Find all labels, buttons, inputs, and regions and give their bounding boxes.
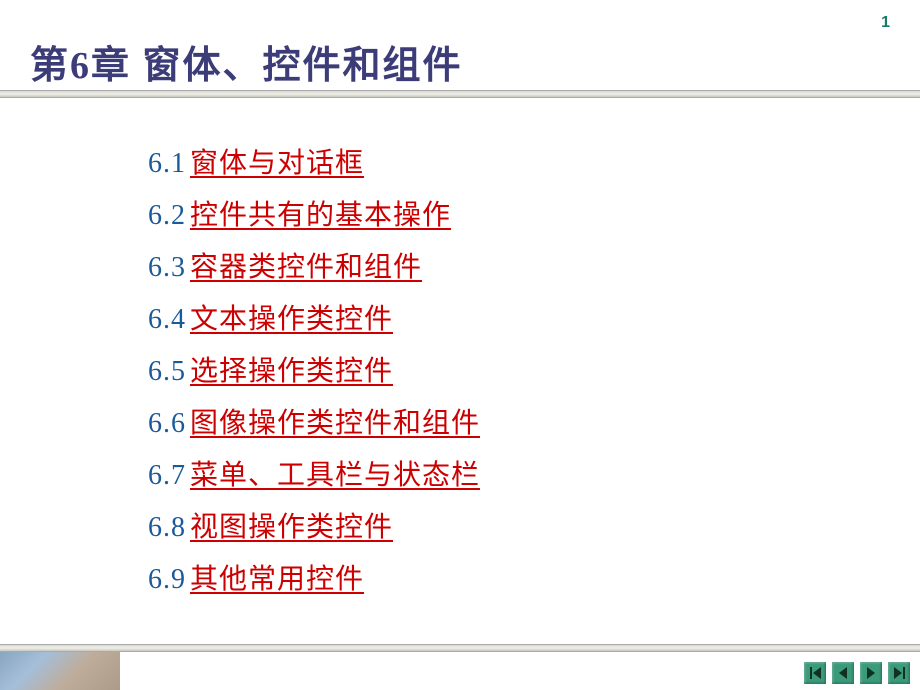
toc-link[interactable]: 其他常用控件 bbox=[190, 554, 364, 606]
toc-number: 6.2 bbox=[148, 190, 186, 242]
toc-link[interactable]: 菜单、工具栏与状态栏 bbox=[190, 450, 480, 502]
last-icon bbox=[894, 667, 902, 679]
toc-item: 6.9 其他常用控件 bbox=[148, 554, 480, 606]
toc-item: 6.3 容器类控件和组件 bbox=[148, 242, 480, 294]
next-icon bbox=[867, 667, 875, 679]
toc-number: 6.8 bbox=[148, 502, 186, 554]
toc-number: 6.9 bbox=[148, 554, 186, 606]
next-slide-button[interactable] bbox=[860, 662, 882, 684]
toc-number: 6.5 bbox=[148, 346, 186, 398]
toc-number: 6.4 bbox=[148, 294, 186, 346]
toc-link[interactable]: 文本操作类控件 bbox=[190, 294, 393, 346]
toc-item: 6.1 窗体与对话框 bbox=[148, 138, 480, 190]
first-icon bbox=[813, 667, 821, 679]
nav-button-group bbox=[804, 662, 910, 684]
chapter-title: 第6章 窗体、控件和组件 bbox=[30, 34, 463, 89]
last-slide-button[interactable] bbox=[888, 662, 910, 684]
first-icon bbox=[810, 667, 812, 679]
table-of-contents: 6.1 窗体与对话框 6.2 控件共有的基本操作 6.3 容器类控件和组件 6.… bbox=[148, 138, 480, 606]
toc-number: 6.6 bbox=[148, 398, 186, 450]
top-divider bbox=[0, 90, 920, 98]
toc-link[interactable]: 视图操作类控件 bbox=[190, 502, 393, 554]
toc-link[interactable]: 控件共有的基本操作 bbox=[190, 190, 451, 242]
toc-item: 6.2 控件共有的基本操作 bbox=[148, 190, 480, 242]
toc-item: 6.7 菜单、工具栏与状态栏 bbox=[148, 450, 480, 502]
footer-decoration bbox=[0, 652, 120, 690]
toc-item: 6.6 图像操作类控件和组件 bbox=[148, 398, 480, 450]
bottom-divider bbox=[0, 644, 920, 652]
toc-item: 6.5 选择操作类控件 bbox=[148, 346, 480, 398]
toc-item: 6.4 文本操作类控件 bbox=[148, 294, 480, 346]
toc-number: 6.3 bbox=[148, 242, 186, 294]
toc-item: 6.8 视图操作类控件 bbox=[148, 502, 480, 554]
toc-link[interactable]: 容器类控件和组件 bbox=[190, 242, 422, 294]
prev-icon bbox=[839, 667, 847, 679]
previous-slide-button[interactable] bbox=[832, 662, 854, 684]
page-number: 1 bbox=[881, 14, 890, 32]
toc-link[interactable]: 窗体与对话框 bbox=[190, 138, 364, 190]
toc-link[interactable]: 图像操作类控件和组件 bbox=[190, 398, 480, 450]
toc-number: 6.7 bbox=[148, 450, 186, 502]
toc-number: 6.1 bbox=[148, 138, 186, 190]
toc-link[interactable]: 选择操作类控件 bbox=[190, 346, 393, 398]
first-slide-button[interactable] bbox=[804, 662, 826, 684]
last-icon bbox=[903, 667, 905, 679]
